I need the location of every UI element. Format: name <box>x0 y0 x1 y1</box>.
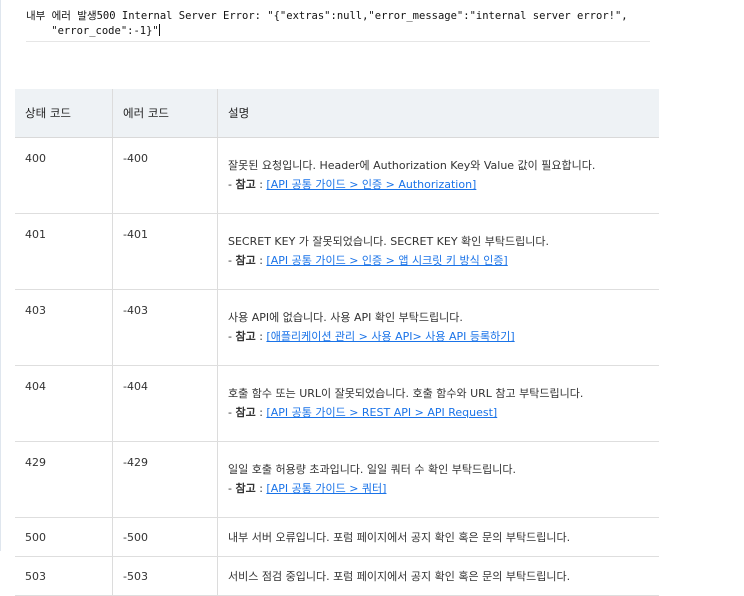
reference-link[interactable]: [API 공통 가이드 > 인증 > 앱 시크릿 키 방식 인증] <box>266 254 507 267</box>
reference-prefix: - 참고 : <box>228 178 266 191</box>
reference-separator: : <box>255 178 267 191</box>
reference-separator: : <box>255 406 267 419</box>
reference-line: - 참고 : [API 공통 가이드 > 쿼터] <box>228 479 659 499</box>
description-text: SECRET KEY 가 잘못되었습니다. SECRET KEY 확인 부탁드립… <box>228 235 550 248</box>
table-row: 400 -400 잘못된 요청입니다. Header에 Authorization … <box>15 137 659 214</box>
description-text: 사용 API에 없습니다. 사용 API 확인 부탁드립니다. <box>228 311 463 324</box>
table-body: 400 -400 잘못된 요청입니다. Header에 Authorization … <box>15 137 659 596</box>
reference-prefix: - 참고 : <box>228 330 266 343</box>
left-border <box>0 0 1 551</box>
reference-link[interactable]: [API 공통 가이드 > 쿼터] <box>266 482 386 495</box>
header-status-code: 상태 코드 <box>15 89 113 138</box>
reference-prefix: - 참고 : <box>228 254 266 267</box>
reference-separator: : <box>255 330 267 343</box>
error-output[interactable]: 내부 에러 발생500 Internal Server Error: "{"ex… <box>26 9 650 42</box>
error-code-cell: -403 <box>112 289 218 366</box>
table-row: 403 -403 사용 API에 없습니다. 사용 API 확인 부탁드립니다. - … <box>15 289 659 366</box>
header-description: 설명 <box>217 89 659 138</box>
description-cell: 일일 호출 허용량 초과입니다. 일일 쿼터 수 확인 부탁드립니다. - 참고 … <box>217 441 659 518</box>
error-code-cell: -429 <box>112 441 218 518</box>
description-text: 잘못된 요청입니다. Header에 Authorization Key와 Va… <box>228 159 596 172</box>
description-cell: 사용 API에 없습니다. 사용 API 확인 부탁드립니다. - 참고 : [애… <box>217 289 659 366</box>
reference-label: 참고 <box>235 254 256 267</box>
header-error-code: 에러 코드 <box>112 89 218 138</box>
status-code-cell: 401 <box>15 213 113 290</box>
reference-line: - 참고 : [API 공통 가이드 > 인증 > Authorization] <box>228 175 659 195</box>
reference-prefix: - 참고 : <box>228 406 266 419</box>
description-cell: 호출 함수 또는 URL이 잘못되었습니다. 호출 함수와 URL 참고 부탁드… <box>217 365 659 442</box>
table-row: 401 -401 SECRET KEY 가 잘못되었습니다. SECRET KEY … <box>15 213 659 290</box>
reference-line: - 참고 : [API 공통 가이드 > 인증 > 앱 시크릿 키 방식 인증] <box>228 251 659 271</box>
text-caret <box>158 24 160 36</box>
reference-label: 참고 <box>235 330 256 343</box>
description-text: 호출 함수 또는 URL이 잘못되었습니다. 호출 함수와 URL 참고 부탁드… <box>228 387 584 400</box>
status-code-cell: 429 <box>15 441 113 518</box>
error-code-cell: -401 <box>112 213 218 290</box>
error-code-table: 상태 코드 에러 코드 설명 400 -400 잘못된 요청입니다. Header에… <box>15 89 659 596</box>
description-cell: SECRET KEY 가 잘못되었습니다. SECRET KEY 확인 부탁드립… <box>217 213 659 290</box>
description-cell: 잘못된 요청입니다. Header에 Authorization Key와 Va… <box>217 137 659 214</box>
error-output-line-1: 내부 에러 발생500 Internal Server Error: "{"ex… <box>26 10 628 22</box>
reference-prefix: - 참고 : <box>228 482 266 495</box>
reference-label: 참고 <box>235 482 256 495</box>
reference-separator: : <box>255 254 267 267</box>
status-code-cell: 403 <box>15 289 113 366</box>
reference-label: 참고 <box>235 178 256 191</box>
error-output-line-2: "error_code":-1}" <box>26 25 159 37</box>
description-text: 내부 서버 오류입니다. 포럼 페이지에서 공지 확인 혹은 문의 부탁드립니다… <box>228 530 571 544</box>
table-row: 503 -503 서비스 점검 중입니다. 포럼 페이지에서 공지 확인 혹은 문의… <box>15 556 659 596</box>
reference-label: 참고 <box>235 406 256 419</box>
reference-link[interactable]: [API 공통 가이드 > 인증 > Authorization] <box>266 178 476 191</box>
status-code-cell: 400 <box>15 137 113 214</box>
reference-link[interactable]: [API 공통 가이드 > REST API > API Request] <box>266 406 497 419</box>
error-code-cell: -503 <box>112 556 218 596</box>
status-code-cell: 404 <box>15 365 113 442</box>
error-code-cell: -400 <box>112 137 218 214</box>
status-code-cell: 503 <box>15 556 113 596</box>
description-text: 서비스 점검 중입니다. 포럼 페이지에서 공지 확인 혹은 문의 부탁드립니다… <box>228 569 571 583</box>
reference-line: - 참고 : [API 공통 가이드 > REST API > API Requ… <box>228 403 659 423</box>
description-cell: 서비스 점검 중입니다. 포럼 페이지에서 공지 확인 혹은 문의 부탁드립니다… <box>217 556 659 596</box>
error-code-cell: -404 <box>112 365 218 442</box>
table-header-row: 상태 코드 에러 코드 설명 <box>15 89 659 138</box>
reference-separator: : <box>255 482 267 495</box>
reference-link[interactable]: [애플리케이션 관리 > 사용 API> 사용 API 등록하기] <box>266 330 514 343</box>
table-row: 429 -429 일일 호출 허용량 초과입니다. 일일 쿼터 수 확인 부탁드립니… <box>15 441 659 518</box>
description-text: 일일 호출 허용량 초과입니다. 일일 쿼터 수 확인 부탁드립니다. <box>228 463 516 476</box>
reference-line: - 참고 : [애플리케이션 관리 > 사용 API> 사용 API 등록하기] <box>228 327 659 347</box>
table-row: 404 -404 호출 함수 또는 URL이 잘못되었습니다. 호출 함수와 URL… <box>15 365 659 442</box>
